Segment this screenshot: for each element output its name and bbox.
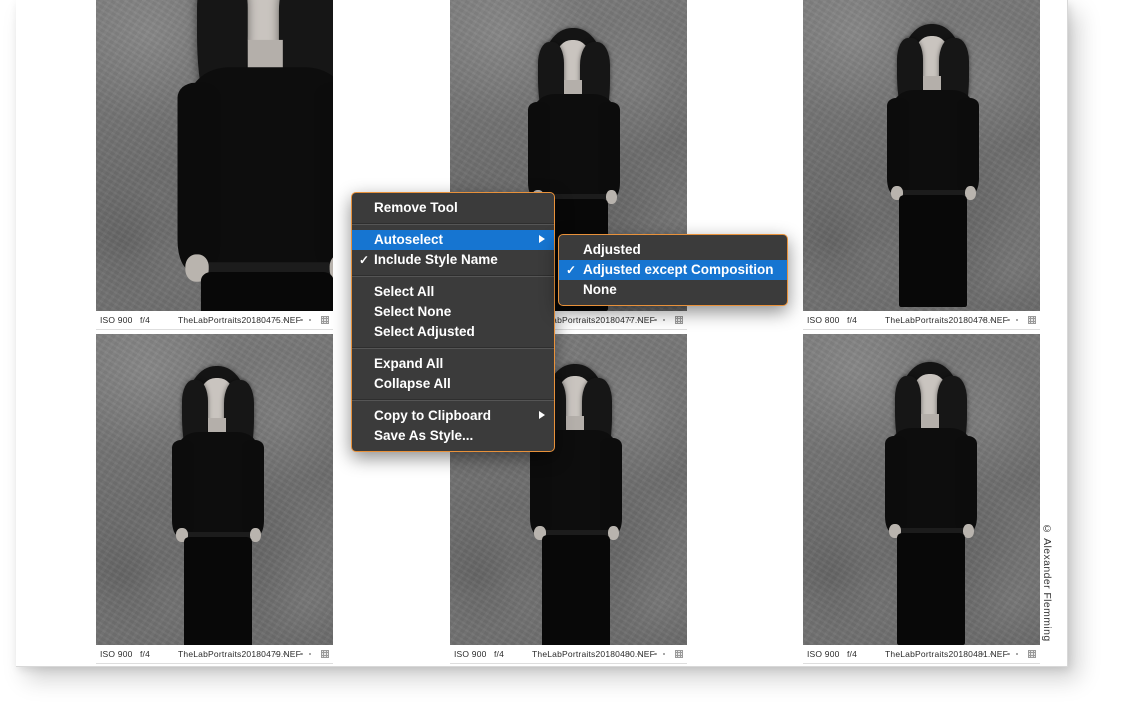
photo-thumbnail[interactable] [803, 334, 1040, 645]
thumbnail-cell[interactable]: ISO 900f/4TheLabPortraits20180475.NEF [96, 0, 333, 329]
arm-left [530, 438, 552, 534]
menu-item[interactable]: Copy to Clipboard [352, 406, 554, 426]
aperture-value: f/4 [847, 649, 857, 659]
photo-metadata-bar: ISO 900f/4TheLabPortraits20180480.NEF [450, 645, 687, 664]
submenu-arrow-icon [539, 235, 545, 243]
menu-item[interactable]: ✓ Adjusted except Composition [559, 260, 787, 280]
rating-dots[interactable] [629, 319, 666, 322]
portrait-figure [96, 0, 333, 311]
menu-item-label: Adjusted except Composition [583, 262, 774, 277]
menu-item[interactable]: Adjusted [559, 240, 787, 260]
context-menu[interactable]: Remove Tool Autoselect ✓ Include Style Name… [351, 192, 555, 452]
arm-left [885, 436, 907, 532]
menu-item-label: Select All [374, 284, 434, 299]
portrait-figure [807, 334, 1040, 643]
trousers [897, 533, 965, 645]
arm-right [242, 440, 264, 536]
rating-dots[interactable] [275, 653, 312, 656]
menu-item[interactable]: Select All [352, 282, 554, 302]
menu-item-label: Save As Style... [374, 428, 473, 443]
thumbnail-cell[interactable]: ISO 900f/4TheLabPortraits20180479.NEF [96, 334, 333, 665]
menu-item-label: Copy to Clipboard [374, 408, 491, 423]
grid-icon[interactable] [1028, 316, 1036, 324]
menu-item[interactable]: Expand All [352, 354, 554, 374]
trousers [201, 272, 333, 311]
arm-left [887, 98, 909, 194]
aperture-value: f/4 [140, 315, 150, 325]
arm-right [598, 102, 620, 198]
menu-item-label: Collapse All [374, 376, 451, 391]
arm-right [957, 98, 979, 194]
aperture-value: f/4 [140, 649, 150, 659]
thumbnail-cell[interactable]: ISO 900f/4TheLabPortraits20180481.NEF [803, 334, 1040, 665]
menu-item-label: Include Style Name [374, 252, 498, 267]
trousers [184, 537, 252, 645]
arm-right [955, 436, 977, 532]
photo-metadata-bar: ISO 900f/4TheLabPortraits20180481.NEF [803, 645, 1040, 664]
arm-left [178, 83, 221, 270]
menu-item-label: Select Adjusted [374, 324, 475, 339]
submenu-arrow-icon [539, 411, 545, 419]
arm-right [600, 438, 622, 534]
menu-item[interactable]: Autoselect [352, 230, 554, 250]
menu-separator [352, 347, 554, 349]
menu-item[interactable]: Save As Style... [352, 426, 554, 446]
trousers [899, 195, 967, 307]
menu-item[interactable]: Select Adjusted [352, 322, 554, 342]
aperture-value: f/4 [847, 315, 857, 325]
rating-dots[interactable] [982, 653, 1019, 656]
grid-icon[interactable] [321, 650, 329, 658]
rating-dots[interactable] [275, 319, 312, 322]
iso-value: ISO 900 [454, 649, 487, 659]
iso-value: ISO 900 [100, 649, 133, 659]
menu-item-label: Expand All [374, 356, 443, 371]
checkmark-icon: ✓ [566, 260, 576, 280]
menu-item-label: None [583, 282, 617, 297]
menu-item[interactable]: Collapse All [352, 374, 554, 394]
portrait-figure [809, 0, 1040, 307]
menu-separator [352, 275, 554, 277]
checkmark-icon: ✓ [359, 250, 369, 270]
menu-item-label: Autoselect [374, 232, 443, 247]
grid-icon[interactable] [675, 316, 683, 324]
photo-metadata-bar: ISO 800f/4TheLabPortraits20180478.NEF [803, 311, 1040, 330]
menu-item[interactable]: ✓ Include Style Name [352, 250, 554, 270]
aperture-value: f/4 [494, 649, 504, 659]
arm-right [314, 83, 333, 270]
arm-left [172, 440, 194, 536]
menu-item-label: Remove Tool [374, 200, 458, 215]
menu-item[interactable]: Select None [352, 302, 554, 322]
menu-item[interactable]: Remove Tool [352, 198, 554, 218]
autoselect-submenu[interactable]: Adjusted ✓ Adjusted except Composition None [558, 234, 788, 306]
iso-value: ISO 800 [807, 315, 840, 325]
photo-thumbnail[interactable] [803, 0, 1040, 311]
trousers [542, 535, 610, 645]
iso-value: ISO 900 [100, 315, 133, 325]
grid-icon[interactable] [321, 316, 329, 324]
menu-item[interactable]: None [559, 280, 787, 300]
photo-thumbnail[interactable] [96, 0, 333, 311]
photo-thumbnail[interactable] [96, 334, 333, 645]
iso-value: ISO 900 [807, 649, 840, 659]
menu-item-label: Adjusted [583, 242, 641, 257]
portrait-figure [96, 336, 331, 645]
photo-metadata-bar: ISO 900f/4TheLabPortraits20180479.NEF [96, 645, 333, 664]
menu-separator [352, 399, 554, 401]
thumbnail-cell[interactable]: ISO 800f/4TheLabPortraits20180478.NEF [803, 0, 1040, 329]
grid-icon[interactable] [675, 650, 683, 658]
menu-item-label: Select None [374, 304, 451, 319]
grid-icon[interactable] [1028, 650, 1036, 658]
menu-separator [352, 223, 554, 225]
rating-dots[interactable] [629, 653, 666, 656]
copyright-notice: © Alexander Flemming [1041, 523, 1053, 642]
rating-dots[interactable] [982, 319, 1019, 322]
arm-left [528, 102, 550, 198]
photo-metadata-bar: ISO 900f/4TheLabPortraits20180475.NEF [96, 311, 333, 330]
